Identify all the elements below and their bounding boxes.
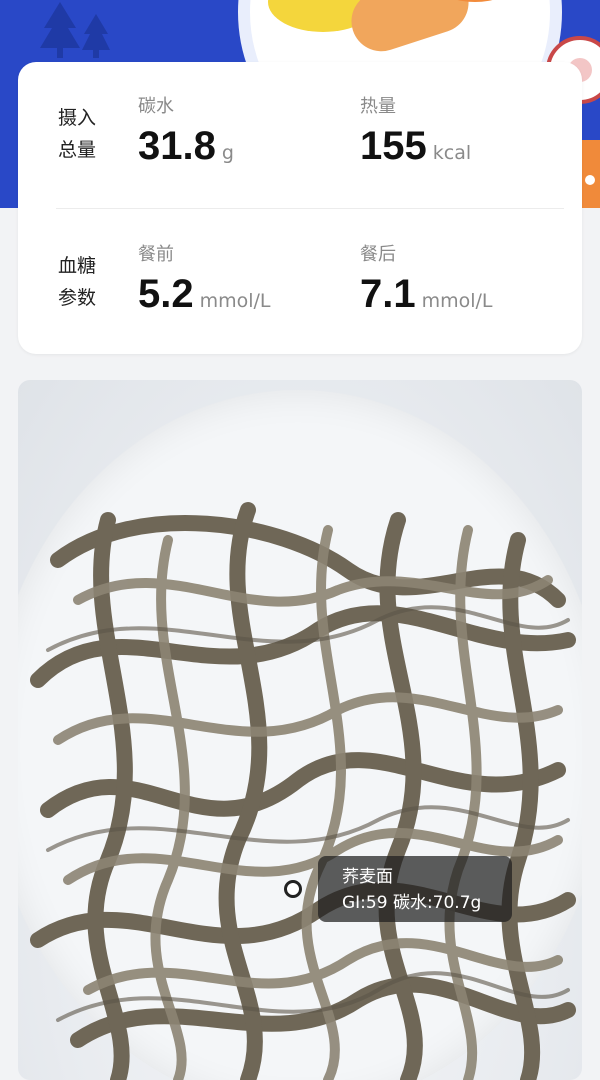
- tree-icon: [40, 2, 110, 58]
- carbs-unit: g: [221, 142, 234, 164]
- pre-meal-label: 餐前: [138, 244, 174, 265]
- post-meal-glucose-metric: 餐后 7.1 mmol/L: [360, 244, 493, 317]
- glucose-params-title: 血糖 参数: [58, 250, 118, 314]
- pre-meal-unit: mmol/L: [199, 290, 271, 312]
- food-tag-marker[interactable]: [284, 880, 302, 898]
- post-meal-value: 7.1: [360, 272, 416, 316]
- intake-title-line2: 总量: [58, 139, 97, 161]
- glucose-title-line2: 参数: [58, 287, 97, 309]
- post-meal-unit: mmol/L: [421, 290, 493, 312]
- food-tag-info: GI:59 碳水:70.7g: [342, 893, 482, 913]
- carbs-metric: 碳水 31.8 g: [138, 96, 234, 169]
- nutrition-summary-card: 摄入 总量 碳水 31.8 g 热量 155 kcal 血糖 参数 餐前 5.2 mm…: [18, 62, 582, 354]
- food-tag-name: 荞麦面: [342, 867, 393, 887]
- food-tag-label[interactable]: 荞麦面 GI:59 碳水:70.7g: [318, 856, 512, 922]
- calories-unit: kcal: [432, 142, 472, 164]
- pre-meal-glucose-metric: 餐前 5.2 mmol/L: [138, 244, 271, 317]
- carbs-value: 31.8: [138, 124, 216, 168]
- pre-meal-value: 5.2: [138, 272, 194, 316]
- calories-metric: 热量 155 kcal: [360, 96, 471, 169]
- buckwheat-noodles-image: [30, 502, 576, 1080]
- calories-value: 155: [360, 124, 427, 168]
- carbs-label: 碳水: [138, 96, 174, 117]
- intake-total-title: 摄入 总量: [58, 102, 118, 166]
- post-meal-label: 餐后: [360, 244, 396, 265]
- intake-title-line1: 摄入: [58, 107, 97, 129]
- calories-label: 热量: [360, 96, 396, 117]
- glucose-title-line1: 血糖: [58, 255, 97, 277]
- food-photo[interactable]: [18, 380, 582, 1080]
- divider: [56, 208, 564, 209]
